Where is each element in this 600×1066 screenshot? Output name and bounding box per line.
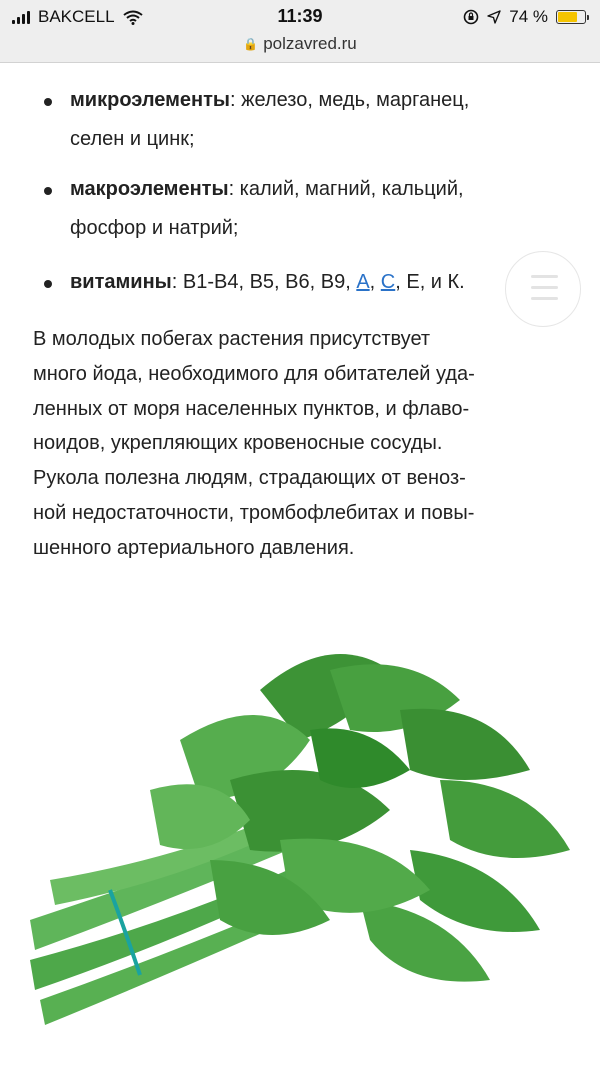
- list-item-text: : калий, магний, кальций,: [228, 178, 464, 200]
- list-item-text: фосфор и натрий;: [70, 217, 239, 239]
- list-item-label: макроэлементы: [70, 178, 229, 200]
- list-item-text: : железо, медь, марганец,: [230, 89, 470, 111]
- battery-fill: [558, 12, 578, 22]
- list-item-label: витамины: [70, 271, 172, 293]
- menu-line: [531, 275, 558, 278]
- list-item-text: селен и цинк;: [70, 128, 195, 150]
- battery-percent: 74 %: [509, 7, 548, 26]
- paragraph-line: В молодых побегах растения присутствует: [33, 328, 431, 350]
- menu-line: [531, 297, 558, 300]
- status-indicators: 74 %: [463, 7, 589, 27]
- list-item: макроэлементы: калий, магний, кальций, ф…: [44, 170, 570, 248]
- paragraph-line: много йода, необходимого для обитателей …: [33, 362, 475, 385]
- orientation-lock-icon: [463, 9, 479, 25]
- list-item-label: микроэлементы: [70, 89, 230, 111]
- address-bar[interactable]: 🔒 polzavred.ru: [0, 34, 600, 54]
- list-item-text: ,: [369, 271, 381, 293]
- paragraph-line: ноидов, укрепляющих кровеносные сосуды.: [33, 432, 443, 455]
- browser-status-bar: BAKCELL 11:39 74 % 🔒 polzavred.ru: [0, 0, 600, 63]
- paragraph-line: шенного артериального давления.: [33, 536, 355, 559]
- list-item-text: , Е, и К.: [395, 271, 465, 293]
- table-of-contents-button[interactable]: [505, 251, 581, 327]
- paragraph-line: ной недостаточности, тромбофлебитах и по…: [33, 501, 475, 524]
- list-item: витамины: В1-В4, В5, В6, В9, А, С, Е, и …: [44, 263, 570, 302]
- vitamin-c-link[interactable]: С: [381, 271, 395, 293]
- lock-icon: 🔒: [243, 37, 259, 51]
- list-item: микроэлементы: железо, медь, марганец, с…: [44, 81, 570, 159]
- location-arrow-icon: [487, 10, 501, 24]
- arugula-photo: [30, 654, 570, 1025]
- paragraph-line: ленных от моря населенных пунктов, и фла…: [33, 397, 470, 420]
- paragraph-line: Рукола полезна людям, страдающих от вено…: [33, 467, 466, 490]
- url-text: polzavred.ru: [263, 34, 357, 53]
- battery-icon: [556, 10, 589, 24]
- article-paragraph: В молодых побегах растения присутствует …: [33, 322, 573, 566]
- vitamin-a-link[interactable]: А: [356, 271, 369, 293]
- list-item-text: : В1-В4, В5, В6, В9,: [171, 271, 357, 293]
- menu-line: [531, 286, 558, 289]
